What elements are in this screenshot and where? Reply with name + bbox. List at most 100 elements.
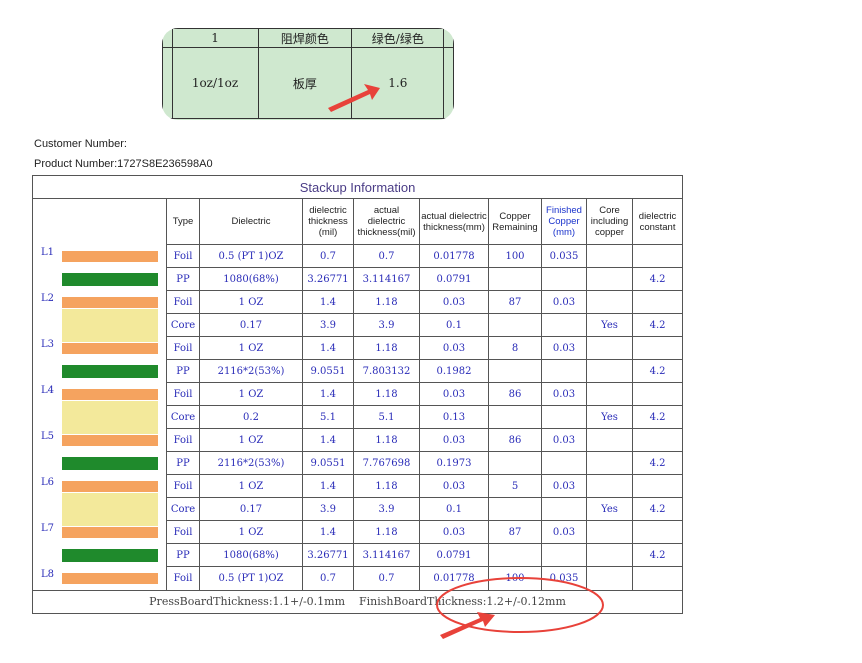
cell-core (586, 474, 633, 499)
customer-number-label: Customer Number: (34, 138, 127, 150)
prepreg-layer (62, 456, 158, 470)
cell-act-mil: 5.1 (353, 405, 420, 430)
cell-type: PP (166, 451, 200, 476)
col-header: Dielectric (199, 198, 303, 245)
col-header: actual dielectric thickness(mil) (353, 198, 420, 245)
cell-dielectric: 1080(68%) (199, 543, 303, 568)
cell-dk (631, 428, 684, 453)
cell-act-mm: 0.03 (419, 382, 489, 407)
col-header: actual dielectric thickness(mm) (419, 198, 489, 245)
cell-dk: 4.2 (631, 497, 684, 522)
cell-core (586, 243, 633, 269)
copper-layer (62, 434, 158, 446)
cell-dk (631, 520, 684, 545)
cell-finished (541, 267, 587, 292)
header-row: Type Dielectric dielectric thickness (mi… (32, 198, 684, 245)
cell-core (586, 267, 633, 292)
cell-thick-mil: 1.4 (302, 520, 354, 545)
cell-core (586, 382, 633, 407)
snippet-edge (443, 28, 454, 48)
solder-mask-snippet: 1 阻焊颜色 绿色/绿色 1oz/1oz 板厚 1.6 (162, 28, 454, 120)
cell-finished: 0.03 (541, 474, 587, 499)
cell-dk (631, 290, 684, 315)
cell-copper: 87 (488, 290, 542, 315)
product-number-label: Product Number:1727S8E236598A0 (34, 158, 213, 170)
cell-core (586, 566, 633, 591)
cell-thick-mil: 1.4 (302, 336, 354, 361)
cell-thick-mil: 9.0551 (302, 359, 354, 384)
prepreg-layer (62, 548, 158, 562)
cell-type: PP (166, 543, 200, 568)
cell-act-mil: 1.18 (353, 290, 420, 315)
cell-act-mil: 0.7 (353, 243, 420, 269)
cell-act-mm: 0.03 (419, 290, 489, 315)
core-layer (62, 400, 158, 434)
cell-type: PP (166, 267, 200, 292)
cell-core (586, 290, 633, 315)
cell-thick-mil: 3.9 (302, 313, 354, 338)
cell-copper: 86 (488, 382, 542, 407)
cell-act-mil: 7.803132 (353, 359, 420, 384)
cell-copper (488, 451, 542, 476)
copper-layer (62, 480, 158, 492)
cell-dielectric: 1 OZ (199, 428, 303, 453)
cell-finished: 0.03 (541, 290, 587, 315)
cell-dielectric: 0.2 (199, 405, 303, 430)
cell-dk: 4.2 (631, 267, 684, 292)
cell-finished: 0.035 (541, 566, 587, 591)
cell-dielectric: 1080(68%) (199, 267, 303, 292)
col-header: Finished Copper (mm) (541, 198, 587, 245)
thickness-footer: PressBoardThickness:1.1+/-0.1mm FinishBo… (31, 589, 684, 614)
cell-finished: 0.03 (541, 520, 587, 545)
cell-thick-mil: 0.7 (302, 566, 354, 591)
cell-copper: 100 (488, 566, 542, 591)
cell-dielectric: 1 OZ (199, 520, 303, 545)
col-header: dielectric thickness (mil) (302, 198, 354, 245)
cell-copper: 100 (488, 243, 542, 269)
cell-type: Foil (166, 382, 200, 407)
cell-core (586, 520, 633, 545)
cell-type: Foil (166, 428, 200, 453)
cell-dk (631, 474, 684, 499)
layer-label: L3 (41, 339, 55, 351)
cell-act-mil: 1.18 (353, 520, 420, 545)
cell-copper (488, 497, 542, 522)
col-header: dielectric constant (631, 198, 684, 245)
col-header: Copper Remaining (488, 198, 542, 245)
cell-core (586, 336, 633, 361)
cell-dielectric: 2116*2(53%) (199, 359, 303, 384)
cell-act-mm: 0.01778 (419, 243, 489, 269)
cell-dielectric: 0.5 (PT 1)OZ (199, 243, 303, 269)
cell-thick-mil: 1.4 (302, 290, 354, 315)
cell-act-mm: 0.13 (419, 405, 489, 430)
layer-label: L6 (41, 477, 55, 489)
cell-act-mm: 0.03 (419, 428, 489, 453)
cell-dk (631, 336, 684, 361)
cell-act-mil: 1.18 (353, 474, 420, 499)
cell-dk (631, 382, 684, 407)
cell-thick-mil: 3.26771 (302, 267, 354, 292)
cell-dk: 4.2 (631, 451, 684, 476)
cell-dielectric: 0.5 (PT 1)OZ (199, 566, 303, 591)
cell-copper: 87 (488, 520, 542, 545)
cell-dielectric: 0.17 (199, 313, 303, 338)
layer-label: L2 (41, 293, 55, 305)
cell-finished: 0.03 (541, 382, 587, 407)
cell-act-mil: 1.18 (353, 336, 420, 361)
cell-dielectric: 1 OZ (199, 290, 303, 315)
cell-type: Foil (166, 566, 200, 591)
cell-core: Yes (586, 497, 633, 522)
cell-thick-mil: 9.0551 (302, 451, 354, 476)
cell-dk: 4.2 (631, 359, 684, 384)
cell-act-mm: 0.1 (419, 313, 489, 338)
layer-label: L1 (41, 247, 55, 259)
visual-header (32, 198, 167, 245)
cell-dk (631, 566, 684, 591)
cell-finished (541, 359, 587, 384)
prepreg-layer (62, 272, 158, 286)
cell-act-mil: 3.114167 (353, 543, 420, 568)
snippet-edge (162, 47, 173, 119)
cell-act-mm: 0.0791 (419, 267, 489, 292)
cell-finished (541, 313, 587, 338)
stackup-panel: Stackup Information Type Dielectric diel… (31, 175, 684, 614)
